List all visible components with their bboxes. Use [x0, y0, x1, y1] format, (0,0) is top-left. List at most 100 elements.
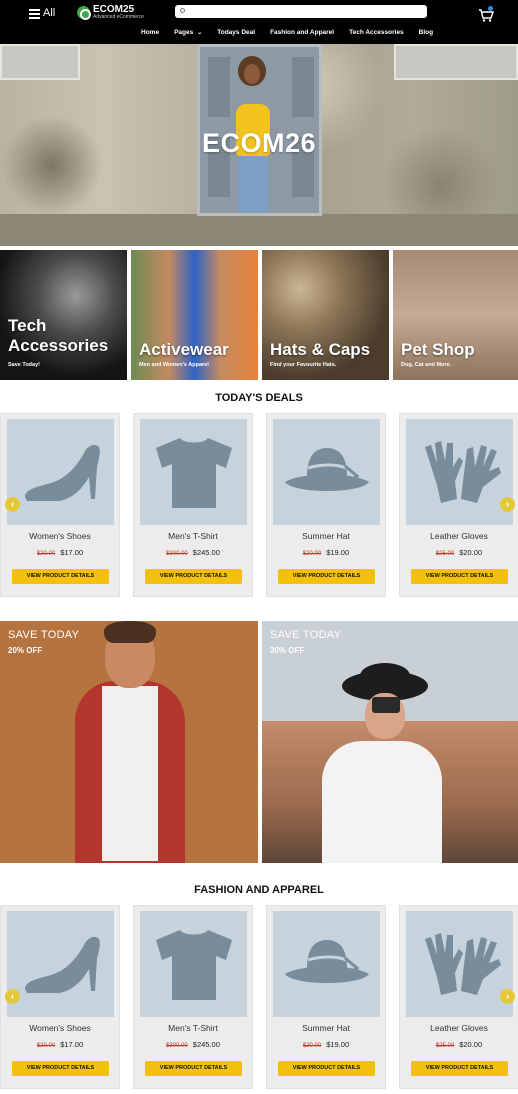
- product-name: Summer Hat: [302, 531, 350, 541]
- product-name: Women's Shoes: [29, 531, 91, 541]
- promo-banner-men[interactable]: SAVE TODAY 20% OFF: [0, 621, 258, 863]
- product-name: Women's Shoes: [29, 1023, 91, 1033]
- chevron-left-icon: ‹: [10, 991, 15, 1002]
- product-name: Men's T-Shirt: [168, 531, 218, 541]
- product-price: $245.00: [192, 548, 220, 557]
- promo-model: [322, 741, 442, 863]
- logo-icon: [77, 6, 91, 20]
- product-old-price: $20.00: [36, 551, 56, 557]
- product-price: $245.00: [192, 1040, 220, 1049]
- category-title: Tech: [8, 316, 47, 335]
- nav-blog[interactable]: Blog: [419, 29, 433, 36]
- view-product-details-button[interactable]: VIEW PRODUCT DETAILS: [411, 569, 508, 584]
- product-name: Leather Gloves: [430, 531, 488, 541]
- promo-discount: 20% OFF: [8, 646, 43, 655]
- promo-banner-women[interactable]: SAVE TODAY 30% OFF: [262, 621, 518, 863]
- carousel-prev-button[interactable]: ‹: [5, 989, 20, 1004]
- category-activewear[interactable]: Activewear Men and Women's Apparel: [131, 250, 258, 380]
- menu-label: All: [43, 7, 56, 19]
- cart-badge: [488, 6, 493, 11]
- logo-subtitle: Advanced eCommerce: [93, 14, 144, 20]
- search-icon: [180, 8, 185, 13]
- product-old-price: $25.00: [435, 1043, 455, 1049]
- category-subtitle: Find your Favourite Hats.: [270, 362, 337, 368]
- product-price: $19.00: [326, 1040, 350, 1049]
- hero-window-right: [394, 44, 518, 80]
- view-product-details-button[interactable]: VIEW PRODUCT DETAILS: [12, 1061, 109, 1076]
- product-name: Men's T-Shirt: [168, 1023, 218, 1033]
- hero-title: ECOM26: [201, 128, 317, 158]
- hamburger-icon: [29, 8, 40, 19]
- view-product-details-button[interactable]: VIEW PRODUCT DETAILS: [145, 569, 242, 584]
- nav-home[interactable]: Home: [141, 29, 159, 36]
- product-price: $20.00: [459, 1040, 483, 1049]
- fashion-products: Women's Shoes $20.00 $17.00 VIEW PRODUCT …: [0, 905, 518, 1089]
- product-old-price: $300.00: [166, 1043, 188, 1049]
- promo-discount: 30% OFF: [270, 646, 305, 655]
- chevron-down-icon: ⌄: [197, 30, 203, 36]
- shoe-icon: [24, 444, 100, 501]
- product-card[interactable]: Summer Hat $20.00 $19.00 VIEW PRODUCT DET…: [266, 905, 386, 1089]
- category-tiles: Tech Accessories Save Today! Activewear …: [0, 250, 518, 380]
- category-title: Pet Shop: [401, 340, 475, 359]
- product-price: $20.00: [459, 548, 483, 557]
- view-product-details-button[interactable]: VIEW PRODUCT DETAILS: [145, 1061, 242, 1076]
- nav-tech[interactable]: Tech Accessories: [349, 29, 404, 36]
- nav-pages[interactable]: Pages ⌄: [174, 29, 202, 36]
- product-card[interactable]: Summer Hat $20.00 $19.00 VIEW PRODUCT DET…: [266, 413, 386, 597]
- hero-banner: ECOM26: [0, 44, 518, 246]
- carousel-prev-button[interactable]: ‹: [5, 497, 20, 512]
- camera-icon: [372, 697, 400, 713]
- site-header: All ECOM25 Advanced eCommerce Home Pages…: [0, 0, 518, 44]
- product-price: $19.00: [326, 548, 350, 557]
- category-subtitle: Save Today!: [8, 362, 40, 368]
- product-name: Summer Hat: [302, 1023, 350, 1033]
- tshirt-icon: [155, 930, 232, 1000]
- category-title: Activewear: [139, 340, 229, 359]
- deals-products: Women's Shoes $20.00 $17.00 VIEW PRODUCT …: [0, 413, 518, 597]
- nav-pages-label: Pages: [174, 29, 194, 36]
- product-old-price: $20.00: [36, 1043, 56, 1049]
- main-nav: Home Pages ⌄ Todays Deal Fashion and Appa…: [141, 29, 433, 36]
- carousel-next-button[interactable]: ›: [500, 497, 515, 512]
- product-old-price: $20.00: [302, 1043, 322, 1049]
- promo-title: SAVE TODAY: [270, 629, 342, 641]
- category-hats-caps[interactable]: Hats & Caps Find your Favourite Hats.: [262, 250, 389, 380]
- nav-todays-deal[interactable]: Todays Deal: [217, 29, 255, 36]
- shoe-icon: [24, 936, 100, 993]
- category-pet-shop[interactable]: Pet Shop Dog, Cat and More.: [393, 250, 518, 380]
- view-product-details-button[interactable]: VIEW PRODUCT DETAILS: [278, 1061, 375, 1076]
- promo-title: SAVE TODAY: [8, 629, 80, 641]
- search-input[interactable]: [175, 5, 427, 18]
- product-card[interactable]: Men's T-Shirt $300.00 $245.00 VIEW PRODUC…: [133, 413, 253, 597]
- hat-icon: [284, 940, 369, 983]
- product-old-price: $25.00: [435, 551, 455, 557]
- product-price: $17.00: [60, 1040, 84, 1049]
- view-product-details-button[interactable]: VIEW PRODUCT DETAILS: [12, 569, 109, 584]
- category-tech-accessories[interactable]: Tech Accessories Save Today!: [0, 250, 127, 380]
- gloves-icon: [424, 441, 501, 503]
- product-price: $17.00: [60, 548, 84, 557]
- chevron-right-icon: ›: [505, 499, 510, 510]
- view-product-details-button[interactable]: VIEW PRODUCT DETAILS: [278, 569, 375, 584]
- category-subtitle: Dog, Cat and More.: [401, 362, 452, 368]
- category-title-line2: Accessories: [8, 336, 109, 355]
- product-old-price: $20.00: [302, 551, 322, 557]
- hat-icon: [284, 448, 369, 491]
- nav-fashion[interactable]: Fashion and Apparel: [270, 29, 334, 36]
- deals-section-title: TODAY'S DEALS: [215, 392, 303, 404]
- carousel-next-button[interactable]: ›: [500, 989, 515, 1004]
- category-title: Hats & Caps: [270, 340, 371, 359]
- fashion-section-title: FASHION AND APPAREL: [194, 884, 324, 896]
- product-name: Leather Gloves: [430, 1023, 488, 1033]
- hero-window-left: [0, 44, 80, 80]
- product-card[interactable]: Men's T-Shirt $300.00 $245.00 VIEW PRODUC…: [133, 905, 253, 1089]
- chevron-left-icon: ‹: [10, 499, 15, 510]
- category-subtitle: Men and Women's Apparel: [139, 362, 209, 368]
- product-old-price: $300.00: [166, 551, 188, 557]
- view-product-details-button[interactable]: VIEW PRODUCT DETAILS: [411, 1061, 508, 1076]
- menu-button[interactable]: All: [29, 7, 55, 19]
- tshirt-icon: [155, 438, 232, 508]
- chevron-right-icon: ›: [505, 991, 510, 1002]
- site-logo[interactable]: ECOM25 Advanced eCommerce: [77, 5, 144, 20]
